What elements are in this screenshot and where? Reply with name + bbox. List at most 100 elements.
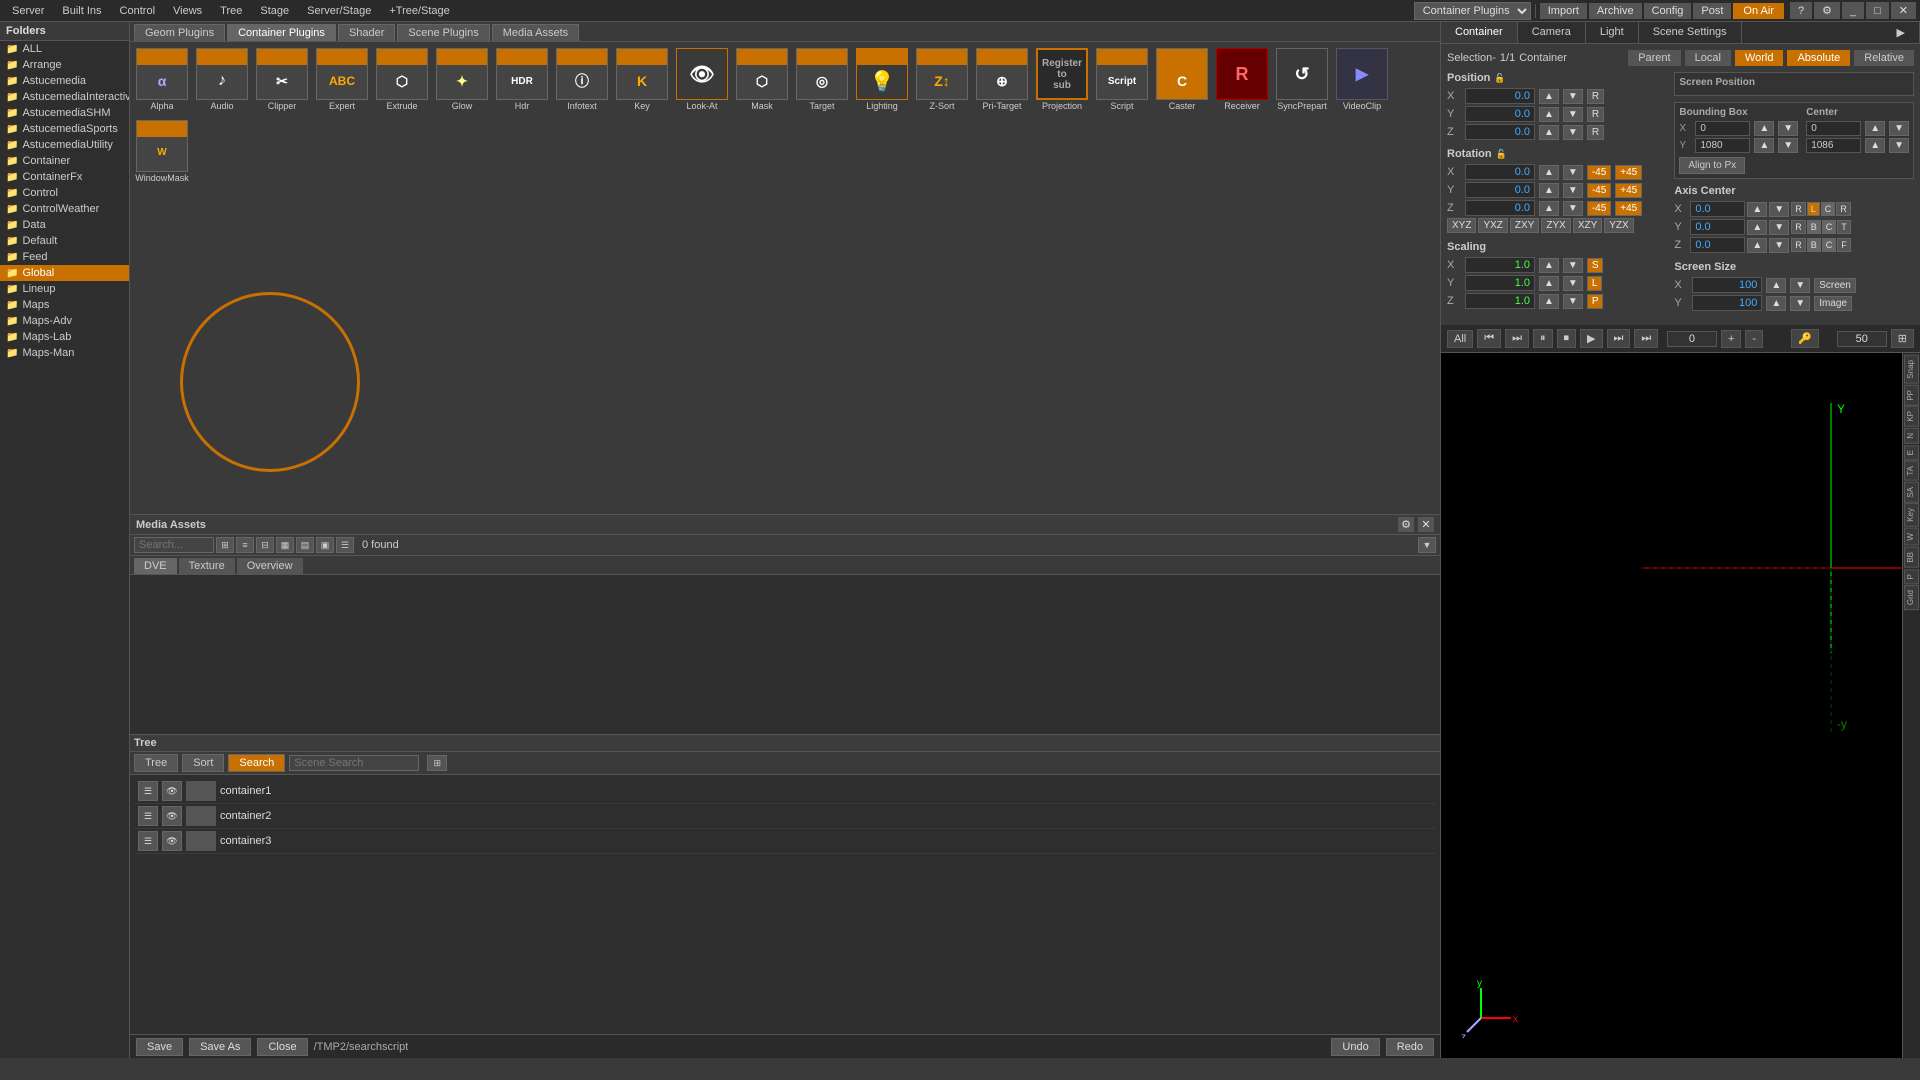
rot-xyz[interactable]: XYZ [1447, 218, 1476, 233]
menu-control[interactable]: Control [112, 3, 163, 19]
plugin-mask[interactable]: ⬡ Mask [734, 46, 790, 114]
media-filter-btn[interactable]: ▼ [1418, 537, 1436, 553]
bb-x-up[interactable]: ▲ [1754, 121, 1774, 136]
rot-x-up[interactable]: ▲ [1539, 165, 1559, 180]
plugin-lookat[interactable]: 👁 Look-At [674, 46, 730, 114]
plugin-expert[interactable]: ABC Expert [314, 46, 370, 114]
menu-builtins[interactable]: Built Ins [54, 3, 109, 19]
right-tab-camera[interactable]: Camera [1518, 22, 1586, 43]
ss-y-up[interactable]: ▲ [1766, 296, 1786, 311]
tab-media-assets[interactable]: Media Assets [492, 24, 579, 41]
vs-w[interactable]: W [1904, 528, 1919, 546]
rot-x-pos[interactable]: +45 [1615, 165, 1642, 180]
media-btn-5[interactable]: ▤ [296, 537, 314, 553]
ss-x-down[interactable]: ▼ [1790, 278, 1810, 293]
pos-x-up[interactable]: ▲ [1539, 89, 1559, 104]
tree-row-3[interactable]: ☰ 👁 container3 [134, 829, 1436, 854]
center-x-down[interactable]: ▼ [1889, 121, 1909, 136]
right-tab-container[interactable]: Container [1441, 22, 1518, 43]
tl-step-fwd-btn[interactable]: ⏭ [1607, 329, 1631, 348]
folder-maps-lab[interactable]: 📁Maps-Lab [0, 329, 129, 345]
axis-y-r[interactable]: R [1791, 220, 1806, 234]
help-button[interactable]: ? [1790, 2, 1812, 19]
rot-z-down[interactable]: ▼ [1563, 201, 1583, 216]
plugin-hdr[interactable]: HDR Hdr [494, 46, 550, 114]
align-px-button[interactable]: Align to Px [1679, 157, 1745, 174]
media-btn-6[interactable]: ▣ [316, 537, 334, 553]
plugin-extrude[interactable]: ⬡ Extrude [374, 46, 430, 114]
coord-absolute[interactable]: Absolute [1787, 50, 1850, 66]
media-tab-texture[interactable]: Texture [179, 558, 235, 574]
tl-minus-btn[interactable]: - [1745, 330, 1763, 348]
tree-row[interactable]: ☰ 👁 container1 [134, 779, 1436, 804]
plugin-target[interactable]: ◎ Target [794, 46, 850, 114]
expand-btn[interactable]: ▶ [1883, 22, 1920, 43]
rot-y-down[interactable]: ▼ [1563, 183, 1583, 198]
plugin-pritarget[interactable]: ⊕ Pri-Target [974, 46, 1030, 114]
rot-z-input[interactable] [1465, 200, 1535, 216]
plugin-clipper[interactable]: ✂ Clipper [254, 46, 310, 114]
folder-lineup[interactable]: 📁Lineup [0, 281, 129, 297]
center-x-input[interactable] [1806, 121, 1861, 136]
ss-y-input[interactable] [1692, 295, 1762, 311]
folder-data[interactable]: 📁Data [0, 217, 129, 233]
ss-x-screen[interactable]: Screen [1814, 278, 1856, 293]
axis-x-l[interactable]: L [1807, 202, 1820, 216]
tree-btn-sort[interactable]: Sort [182, 754, 224, 772]
scale-x-down[interactable]: ▼ [1563, 258, 1583, 273]
scale-z-input[interactable] [1465, 293, 1535, 309]
tl-end-btn[interactable]: ⏭ [1634, 329, 1658, 348]
folder-container[interactable]: 📁Container [0, 153, 129, 169]
axis-z-f[interactable]: F [1837, 238, 1851, 252]
media-btn-2[interactable]: ≡ [236, 537, 254, 553]
axis-y-input[interactable] [1690, 219, 1745, 235]
media-tab-overview[interactable]: Overview [237, 558, 303, 574]
axis-z-r[interactable]: R [1791, 238, 1806, 252]
axis-z-down[interactable]: ▼ [1769, 238, 1789, 253]
folder-default[interactable]: 📁Default [0, 233, 129, 249]
import-button[interactable]: Import [1540, 3, 1587, 19]
media-tab-dve[interactable]: DVE [134, 558, 177, 574]
folder-feed[interactable]: 📁Feed [0, 249, 129, 265]
folder-controlweather[interactable]: 📁ControlWeather [0, 201, 129, 217]
scale-z-up[interactable]: ▲ [1539, 294, 1559, 309]
media-btn-1[interactable]: ⊞ [216, 537, 234, 553]
axis-y-up[interactable]: ▲ [1747, 220, 1767, 235]
pos-x-r[interactable]: R [1587, 89, 1604, 104]
axis-x-up[interactable]: ▲ [1747, 202, 1767, 217]
axis-x-r[interactable]: R [1791, 202, 1806, 216]
axis-x-down[interactable]: ▼ [1769, 202, 1789, 217]
bb-y-down[interactable]: ▼ [1778, 138, 1798, 153]
axis-z-up[interactable]: ▲ [1747, 238, 1767, 253]
rot-xzy[interactable]: XZY [1573, 218, 1602, 233]
axis-z-input[interactable] [1690, 237, 1745, 253]
menu-stage[interactable]: Stage [252, 3, 297, 19]
right-tab-scene-settings[interactable]: Scene Settings [1639, 22, 1742, 43]
folder-astucemedia-shm[interactable]: 📁AstucemediaSHM [0, 105, 129, 121]
scale-y-up[interactable]: ▲ [1539, 276, 1559, 291]
plugin-script[interactable]: Script Script [1094, 46, 1150, 114]
config-button[interactable]: Config [1644, 3, 1692, 19]
center-x-up[interactable]: ▲ [1865, 121, 1885, 136]
tree-btn-tree[interactable]: Tree [134, 754, 178, 772]
axis-z-b[interactable]: B [1807, 238, 1821, 252]
tl-key-btn[interactable]: 🔑 [1791, 329, 1819, 348]
folder-maps[interactable]: 📁Maps [0, 297, 129, 313]
axis-y-c[interactable]: C [1822, 220, 1837, 234]
scale-y-l[interactable]: L [1587, 276, 1603, 291]
tl-frame-input[interactable] [1667, 331, 1717, 347]
scale-x-s[interactable]: S [1587, 258, 1604, 273]
save-as-button[interactable]: Save As [189, 1038, 251, 1056]
coord-relative[interactable]: Relative [1854, 50, 1914, 66]
ss-x-input[interactable] [1692, 277, 1762, 293]
axis-y-down[interactable]: ▼ [1769, 220, 1789, 235]
media-search-input[interactable] [134, 537, 214, 553]
window-max-button[interactable]: □ [1866, 2, 1889, 19]
tl-step-back-btn[interactable]: ⏭ [1505, 329, 1529, 348]
window-min-button[interactable]: _ [1842, 2, 1864, 19]
tab-scene-plugins[interactable]: Scene Plugins [397, 24, 489, 41]
archive-button[interactable]: Archive [1589, 3, 1642, 19]
media-close-btn[interactable]: ✕ [1418, 517, 1434, 532]
menu-server[interactable]: Server [4, 3, 52, 19]
tab-geom-plugins[interactable]: Geom Plugins [134, 24, 225, 41]
